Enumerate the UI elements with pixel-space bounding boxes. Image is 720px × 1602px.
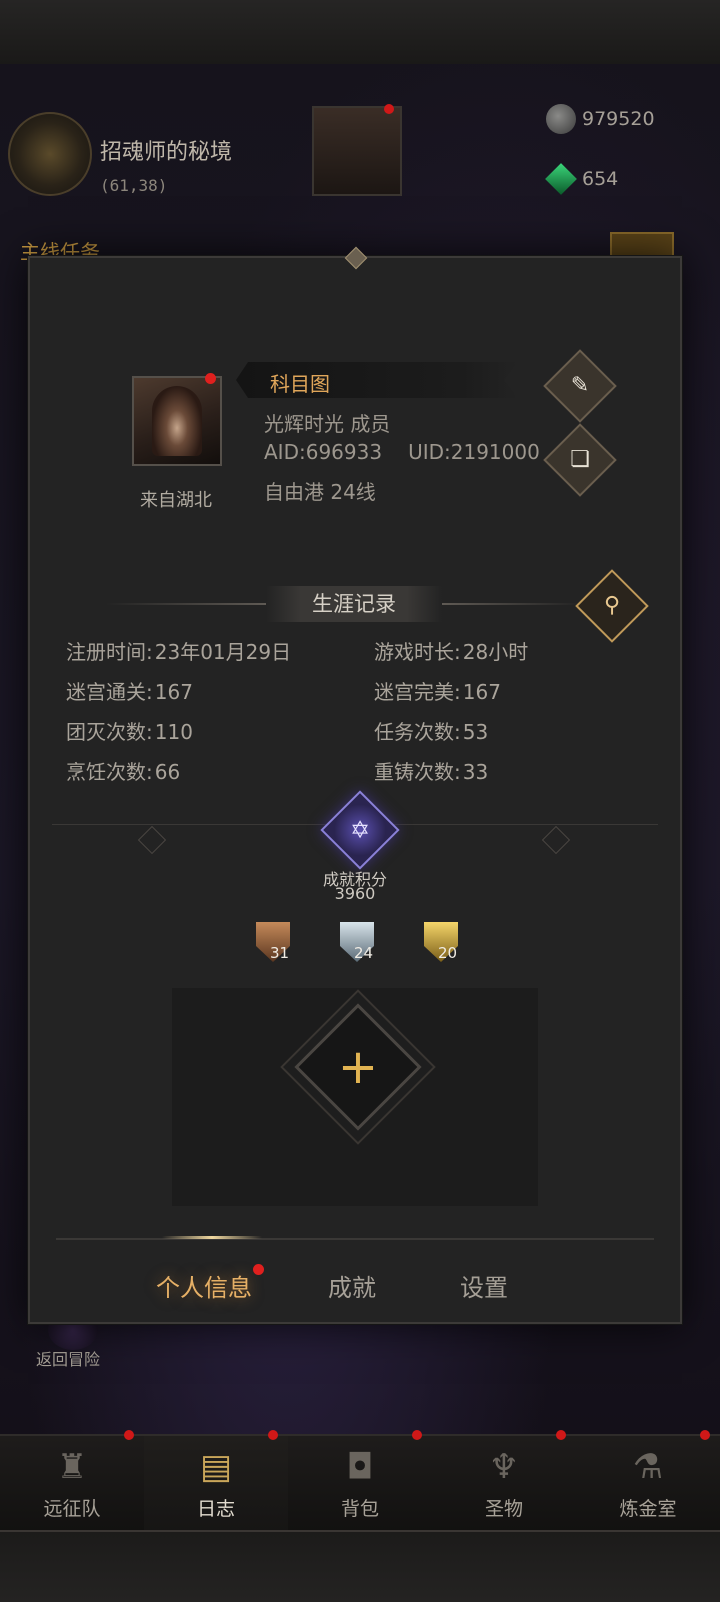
location-emblem-icon[interactable]: [8, 112, 92, 196]
gold-badge-count: 20: [438, 944, 458, 962]
tab-settings[interactable]: 设置: [460, 1268, 508, 1303]
player-avatar[interactable]: [132, 373, 222, 466]
silver-badge[interactable]: 24: [336, 922, 378, 966]
nav-notification-dot: [700, 1430, 710, 1440]
notification-dot: [384, 104, 394, 114]
nav-relic[interactable]: ♆ 圣物: [432, 1430, 576, 1532]
tab-achievements[interactable]: 成就: [328, 1268, 376, 1303]
stat-cooking: 烹饪次数: 66: [66, 760, 181, 784]
bottom-frame: [0, 1530, 720, 1602]
stat-quests: 任务次数: 53: [374, 720, 489, 744]
stat-maze-cleared: 迷宫通关: 167: [66, 680, 193, 704]
hooded-figure-portrait: [152, 386, 202, 456]
location-name: 招魂师的秘境: [100, 140, 233, 165]
stat-maze-perfect: 迷宫完美: 167: [374, 680, 501, 704]
bronze-badge[interactable]: 31: [252, 922, 294, 966]
tab-personal-info[interactable]: 个人信息: [156, 1264, 264, 1303]
bottom-navigation: ♜ 远征队 ▤ 日志 ◘ 背包 ♆ 圣物 ⚗ 炼金室: [0, 1430, 720, 1532]
magnifier-icon: ⚲: [603, 593, 621, 618]
edit-profile-button[interactable]: ✎: [543, 349, 617, 423]
resource-stone: 979520: [546, 102, 706, 138]
gold-badge[interactable]: 20: [420, 922, 462, 966]
stat-reforge: 重铸次数: 33: [374, 760, 489, 784]
career-search-button[interactable]: ⚲: [575, 569, 649, 643]
active-tab-indicator: [162, 1236, 262, 1239]
player-origin: 来自湖北: [140, 490, 212, 511]
silver-badge-count: 24: [354, 944, 374, 962]
player-name: 科目图: [270, 372, 330, 396]
nav-notification-dot: [412, 1430, 422, 1440]
nav-journal[interactable]: ▤ 日志: [144, 1430, 288, 1532]
player-portrait-button[interactable]: [312, 104, 402, 196]
player-uid: UID:2191000: [408, 440, 540, 464]
section-divider-right: [442, 603, 582, 605]
stone-amount: 979520: [582, 108, 655, 130]
player-server: 自由港 24线: [264, 480, 376, 504]
nav-notification-dot: [556, 1430, 566, 1440]
avatar-notification-dot: [205, 373, 216, 384]
nav-notification-dot: [268, 1430, 278, 1440]
stone-icon: [546, 104, 576, 134]
achievement-emblem-icon[interactable]: ✡: [320, 790, 400, 870]
player-aid: AID:696933: [264, 440, 383, 464]
gem-icon: [545, 163, 577, 195]
stat-register-time: 注册时间: 23年01月29日: [66, 640, 292, 664]
stat-play-time: 游戏时长: 28小时: [374, 640, 529, 664]
player-ids: AID:696933 UID:2191000: [264, 440, 540, 464]
copy-id-button[interactable]: ❏: [543, 423, 617, 497]
helmet-icon: ♜: [56, 1447, 88, 1487]
resource-gem: 654: [545, 162, 706, 198]
tab-notification-dot: [253, 1264, 264, 1275]
location-coords: (61,38): [100, 176, 168, 195]
profile-dialog: 来自湖北 科目图 光辉时光 成员 AID:696933 UID:2191000 自…: [28, 246, 682, 1324]
nav-expedition[interactable]: ♜ 远征队: [0, 1430, 144, 1532]
gem-amount: 654: [582, 168, 619, 190]
achievement-score: 3960: [334, 884, 376, 903]
nav-notification-dot: [124, 1430, 134, 1440]
name-plate: 科目图: [236, 362, 518, 398]
ornament-diamond-left: [137, 825, 167, 855]
journal-icon: ▤: [199, 1447, 233, 1487]
nav-alchemy[interactable]: ⚗ 炼金室: [576, 1430, 720, 1532]
quill-icon: ✎: [570, 373, 590, 398]
top-frame: [0, 0, 720, 66]
backpack-icon: ◘: [346, 1447, 374, 1487]
section-divider-left: [106, 603, 266, 605]
plus-icon: +: [337, 1039, 379, 1095]
return-adventure-label[interactable]: 返回冒险: [36, 1346, 100, 1370]
relic-icon: ♆: [488, 1447, 520, 1487]
bronze-badge-count: 31: [270, 944, 290, 962]
ornament-diamond-right: [541, 825, 571, 855]
tab-divider: [56, 1238, 654, 1240]
alchemy-icon: ⚗: [632, 1447, 664, 1487]
nav-backpack[interactable]: ◘ 背包: [288, 1430, 432, 1532]
player-guild: 光辉时光 成员: [264, 412, 391, 436]
career-record-title: 生涯记录: [266, 586, 442, 622]
scroll-icon: ❏: [570, 447, 590, 472]
stat-team-wipes: 团灭次数: 110: [66, 720, 193, 744]
